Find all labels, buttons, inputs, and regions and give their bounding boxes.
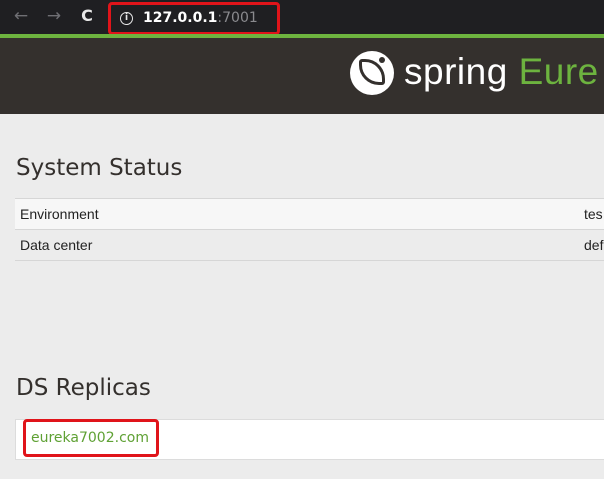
- reload-icon[interactable]: C: [75, 4, 99, 28]
- brand-eureka-text: Eure: [518, 51, 599, 92]
- ds-replicas-title: DS Replicas: [16, 375, 151, 401]
- page-header: spring Eure: [0, 38, 604, 114]
- environment-value: tes: [579, 198, 604, 230]
- system-status-title: System Status: [16, 155, 183, 181]
- system-status-table: Environment tes Data center def: [15, 198, 604, 261]
- info-icon[interactable]: i: [120, 12, 133, 25]
- url-port: :7001: [217, 10, 258, 26]
- forward-icon[interactable]: →: [42, 4, 66, 28]
- brand-title: spring Eure: [404, 50, 599, 94]
- table-row: Data center def: [15, 229, 604, 261]
- back-icon[interactable]: ←: [9, 4, 33, 28]
- browser-toolbar: ← → C i 127.0.0.1:7001: [0, 0, 604, 35]
- spring-logo-icon: [350, 51, 394, 95]
- address-bar[interactable]: i 127.0.0.1:7001: [108, 2, 280, 35]
- brand-spring-text: spring: [404, 51, 508, 92]
- data-center-label: Data center: [15, 229, 579, 261]
- url-host: 127.0.0.1: [143, 10, 218, 26]
- replica-link[interactable]: eureka7002.com: [31, 430, 149, 446]
- environment-label: Environment: [15, 198, 579, 230]
- url-text[interactable]: 127.0.0.1:7001: [143, 10, 258, 27]
- table-row: Environment tes: [15, 198, 604, 230]
- data-center-value: def: [579, 229, 604, 261]
